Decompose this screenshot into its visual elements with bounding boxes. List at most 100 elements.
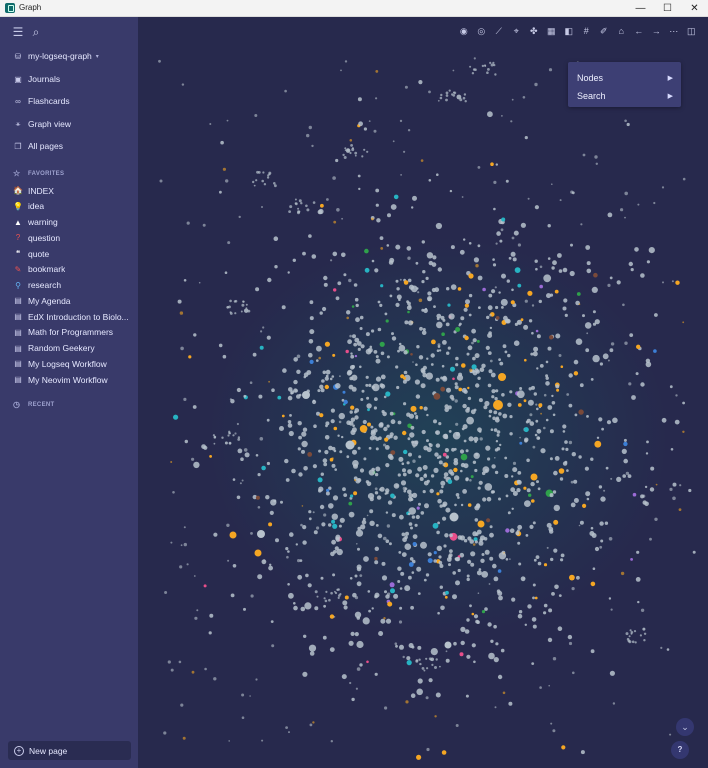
graph-node[interactable] [401, 462, 405, 466]
graph-node[interactable] [361, 155, 364, 158]
graph-node[interactable] [399, 587, 403, 590]
graph-node[interactable] [357, 446, 361, 450]
graph-node[interactable] [313, 424, 317, 429]
graph-node[interactable] [421, 240, 425, 244]
graph-node[interactable] [350, 429, 356, 435]
graph-node[interactable] [479, 367, 485, 373]
graph-node[interactable] [316, 595, 319, 598]
graph-node[interactable] [404, 535, 408, 539]
graph-node[interactable] [607, 212, 613, 218]
graph-node[interactable] [464, 100, 467, 103]
graph-node[interactable] [383, 395, 387, 399]
graph-node[interactable] [467, 503, 472, 507]
graph-node[interactable] [453, 475, 460, 481]
graph-node[interactable] [468, 313, 472, 317]
graph-node[interactable] [362, 617, 370, 625]
graph-node[interactable] [410, 353, 413, 356]
graph-node[interactable] [401, 552, 407, 557]
graph-node[interactable] [288, 210, 291, 214]
graph-node[interactable] [497, 674, 503, 680]
graph-node[interactable] [603, 489, 606, 492]
graph-node[interactable] [368, 383, 372, 387]
graph-node[interactable] [576, 575, 580, 580]
graph-node[interactable] [365, 332, 370, 337]
graph-node[interactable] [579, 383, 584, 388]
graph-node[interactable] [644, 485, 648, 489]
graph-node[interactable] [335, 296, 340, 301]
graph-node[interactable] [485, 345, 490, 350]
graph-node[interactable] [436, 313, 442, 319]
graph-node[interactable] [464, 335, 469, 341]
graph-node[interactable] [491, 389, 496, 394]
graph-node[interactable] [362, 517, 366, 521]
graph-node[interactable] [532, 624, 537, 629]
graph-node[interactable] [390, 493, 395, 499]
graph-node[interactable] [227, 559, 230, 562]
graph-node[interactable] [323, 282, 328, 287]
graph-node[interactable] [226, 523, 230, 527]
graph-node[interactable] [434, 287, 440, 293]
graph-node[interactable] [318, 449, 322, 453]
graph-node[interactable] [341, 674, 347, 680]
graph-node[interactable] [381, 410, 385, 414]
graph-node[interactable] [540, 412, 542, 415]
graph-node[interactable] [373, 129, 377, 133]
graph-node[interactable] [439, 96, 443, 100]
graph-node[interactable] [307, 583, 312, 588]
graph-node[interactable] [348, 501, 353, 506]
graph-node[interactable] [249, 381, 253, 385]
graph-node[interactable] [391, 332, 394, 336]
graph-node[interactable] [442, 452, 447, 457]
graph-node[interactable] [524, 358, 527, 362]
graph-node[interactable] [308, 234, 312, 238]
graph-node[interactable] [646, 260, 650, 264]
graph-node[interactable] [501, 217, 506, 222]
graph-node[interactable] [247, 309, 251, 313]
graph-node[interactable] [411, 515, 416, 519]
graph-node[interactable] [342, 487, 346, 492]
graph-node[interactable] [523, 324, 529, 330]
graph-node[interactable] [430, 363, 434, 366]
graph-node[interactable] [266, 461, 270, 466]
graph-node[interactable] [296, 369, 301, 374]
graph-node[interactable] [570, 502, 576, 508]
graph-node[interactable] [404, 543, 412, 550]
graph-node[interactable] [236, 495, 241, 500]
graph-node[interactable] [309, 651, 315, 656]
graph-node[interactable] [454, 385, 459, 390]
graph-node[interactable] [620, 571, 625, 576]
graph-node[interactable] [399, 644, 404, 650]
graph-node[interactable] [322, 458, 328, 463]
graph-node[interactable] [605, 466, 609, 470]
graph-node[interactable] [440, 93, 443, 97]
graph-node[interactable] [515, 531, 520, 536]
graph-node[interactable] [535, 555, 540, 559]
graph-node[interactable] [390, 588, 395, 594]
graph-node[interactable] [561, 745, 566, 750]
graph-node[interactable] [245, 303, 248, 306]
graph-node[interactable] [447, 479, 453, 485]
graph-node[interactable] [359, 663, 363, 667]
graph-node[interactable] [293, 357, 298, 362]
graph-node[interactable] [213, 442, 216, 445]
graph-node[interactable] [482, 287, 486, 292]
graph-node[interactable] [458, 387, 463, 392]
graph-node[interactable] [388, 542, 392, 546]
graph-node[interactable] [421, 667, 425, 670]
graph-node[interactable] [524, 136, 528, 140]
graph-node[interactable] [493, 207, 496, 211]
graph-node[interactable] [385, 319, 389, 323]
sidebar-item-journals[interactable]: ▣ Journals [13, 71, 60, 87]
graph-node[interactable] [289, 205, 293, 209]
graph-node[interactable] [252, 180, 255, 184]
graph-node[interactable] [483, 537, 488, 541]
graph-node[interactable] [496, 447, 501, 451]
graph-node[interactable] [371, 329, 375, 333]
graph-node[interactable] [564, 313, 568, 317]
graph-node[interactable] [433, 305, 436, 308]
graph-node[interactable] [403, 449, 408, 455]
graph-node[interactable] [488, 293, 493, 298]
graph-node[interactable] [387, 500, 393, 505]
graph-node[interactable] [486, 315, 490, 320]
graph-node[interactable] [366, 481, 372, 487]
